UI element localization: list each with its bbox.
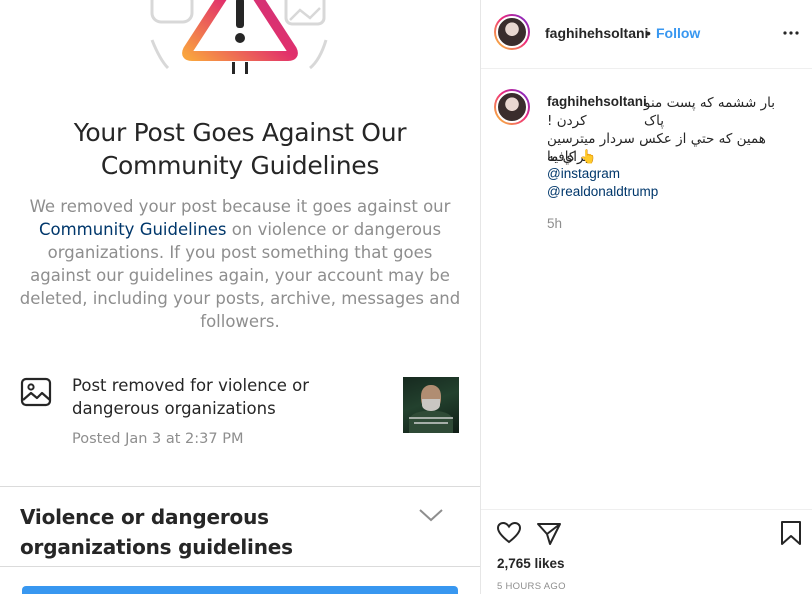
notice-body: We removed your post because it goes aga…	[18, 195, 462, 333]
more-icon[interactable]	[782, 24, 800, 42]
removed-post-date: Posted Jan 3 at 2:37 PM	[72, 431, 244, 447]
primary-button[interactable]	[22, 586, 458, 594]
caption-text-line: کردن !	[547, 113, 587, 129]
removed-post-thumbnail	[403, 377, 459, 433]
notice-body-prefix: We removed your post because it goes aga…	[29, 197, 451, 216]
caption-avatar[interactable]	[494, 89, 530, 125]
bookmark-icon[interactable]	[778, 520, 804, 546]
caption-username[interactable]: faghihehsoltani	[547, 94, 647, 109]
caption-time: 5h	[547, 216, 563, 231]
likes-count[interactable]: 2,765 likes	[497, 556, 565, 571]
post-image: Your Post Goes Against Our Community Gui…	[0, 0, 481, 594]
warning-icon	[150, 0, 328, 74]
mention-link[interactable]: @realdonaldtrump	[547, 184, 658, 199]
community-guidelines-link[interactable]: Community Guidelines	[39, 220, 227, 239]
caption-text-line: بار ششمه که پست منو پاک	[644, 95, 775, 129]
mention-link[interactable]: @instagram	[547, 166, 620, 181]
divider	[481, 509, 812, 510]
notice-title: Your Post Goes Against Our Community Gui…	[73, 118, 407, 180]
send-icon[interactable]	[536, 520, 562, 546]
guidelines-section-title[interactable]: Violence or dangerous organizations guid…	[20, 502, 400, 562]
post-time-ago: 5 HOURS AGO	[497, 581, 566, 592]
follow-button[interactable]: Follow	[656, 25, 700, 41]
separator-dot: •	[646, 25, 651, 41]
post-sidebar: faghihehsoltani • Follow faghihehsoltani…	[481, 0, 812, 594]
avatar[interactable]	[494, 14, 530, 50]
divider	[0, 566, 480, 567]
divider	[0, 486, 480, 487]
heart-icon[interactable]	[496, 520, 522, 546]
removed-post-text: Post removed for violence or dangerous o…	[72, 376, 310, 418]
divider	[481, 68, 812, 69]
caption-text-line: 👆 کافیه	[547, 149, 597, 165]
image-icon	[20, 377, 52, 407]
chevron-down-icon[interactable]	[417, 505, 445, 525]
header-username[interactable]: faghihehsoltani	[545, 25, 648, 41]
